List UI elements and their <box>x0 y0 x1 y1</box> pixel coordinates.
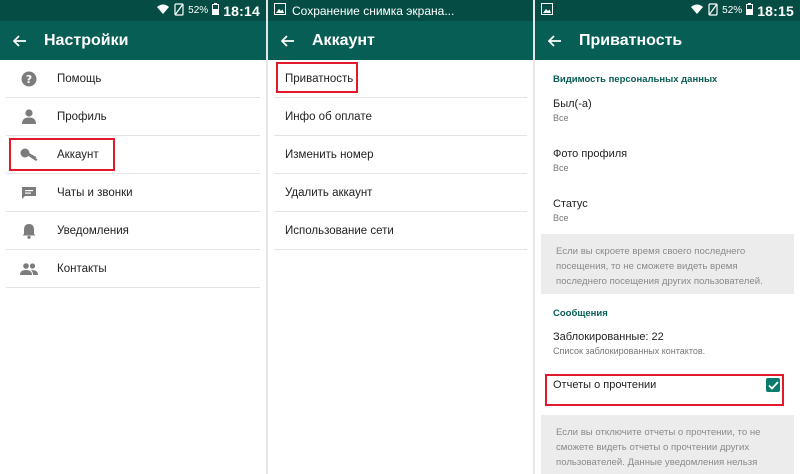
settings-item-notifications[interactable]: Уведомления <box>6 212 260 250</box>
settings-item-label: Уведомления <box>57 224 129 237</box>
account-item-network-usage[interactable]: Использование сети <box>274 212 527 250</box>
pref-title: Заблокированные: 22 <box>553 331 664 343</box>
info-last-seen: Если вы скроете время своего последнего … <box>541 234 794 294</box>
battery-percent: 52% <box>188 5 209 16</box>
info-read-receipts: Если вы отключите отчеты о прочтении, то… <box>541 415 794 474</box>
app-bar: Настройки <box>0 21 266 60</box>
highlight-read-receipts <box>545 374 784 406</box>
account-item-label: Инфо об оплате <box>285 110 372 123</box>
account-item-label: Изменить номер <box>285 148 374 161</box>
account-item-label: Использование сети <box>285 224 394 237</box>
no-sim-icon <box>708 2 718 19</box>
battery-icon <box>212 3 220 18</box>
page-title: Аккаунт <box>312 31 375 49</box>
highlight-privacy <box>276 62 358 93</box>
pref-blocked[interactable]: Заблокированные: 22 Список заблокированн… <box>535 331 800 373</box>
section-visibility-header: Видимость персональных данных <box>553 74 718 85</box>
account-item-label: Удалить аккаунт <box>285 186 373 199</box>
person-icon <box>10 98 48 136</box>
screenshot-icon <box>274 3 286 18</box>
pref-title: Статус <box>553 198 588 210</box>
arrow-left-icon <box>281 34 294 47</box>
settings-item-profile[interactable]: Профиль <box>6 98 260 136</box>
section-messages-header: Сообщения <box>553 308 608 319</box>
pref-value: Все <box>553 113 569 123</box>
settings-item-chats[interactable]: Чаты и звонки <box>6 174 260 212</box>
highlight-account <box>9 138 115 171</box>
svg-text:?: ? <box>26 73 32 86</box>
pref-title: Был(-а) <box>553 98 592 110</box>
pref-value: Все <box>553 213 569 223</box>
pref-last-seen[interactable]: Был(-а) Все <box>535 98 800 148</box>
back-button[interactable] <box>0 21 40 60</box>
pref-value: Все <box>553 163 569 173</box>
status-bar: 52% 18:15 <box>535 0 800 21</box>
bell-icon <box>10 212 48 250</box>
status-bar: 52% 18:14 <box>0 0 266 21</box>
settings-item-label: Контакты <box>57 262 107 275</box>
pref-title: Фото профиля <box>553 148 628 160</box>
battery-icon <box>746 3 754 18</box>
account-item-payment[interactable]: Инфо об оплате <box>274 98 527 136</box>
settings-item-contacts[interactable]: Контакты <box>6 250 260 288</box>
arrow-left-icon <box>548 34 561 47</box>
arrow-left-icon <box>13 34 26 47</box>
settings-item-label: Чаты и звонки <box>57 186 133 199</box>
account-item-delete[interactable]: Удалить аккаунт <box>274 174 527 212</box>
status-time: 18:14 <box>223 2 260 19</box>
page-title: Настройки <box>44 31 129 49</box>
settings-list: ? Помощь Профиль Аккаунт Чаты и звонки У… <box>0 60 266 288</box>
screenshot-icon <box>541 3 553 18</box>
contacts-icon <box>10 250 48 288</box>
help-icon: ? <box>10 60 48 98</box>
settings-item-label: Помощь <box>57 72 102 85</box>
pref-profile-photo[interactable]: Фото профиля Все <box>535 148 800 198</box>
battery-percent: 52% <box>722 5 743 16</box>
settings-item-label: Профиль <box>57 110 107 123</box>
account-screen: Сохранение снимка экрана... Аккаунт Прив… <box>268 0 533 474</box>
pref-status[interactable]: Статус Все <box>535 198 800 234</box>
wifi-icon <box>156 3 170 18</box>
privacy-screen: 52% 18:15 Приватность Видимость персонал… <box>535 0 800 474</box>
status-time: 18:15 <box>757 2 794 19</box>
chat-icon <box>10 174 48 212</box>
app-bar: Аккаунт <box>268 21 533 60</box>
pref-subtitle: Список заблокированных контактов. <box>553 346 706 356</box>
back-button[interactable] <box>535 21 575 60</box>
settings-screen: 52% 18:14 Настройки ? Помощь Профиль Акк… <box>0 0 266 474</box>
app-bar: Приватность <box>535 21 800 60</box>
page-title: Приватность <box>579 31 683 49</box>
settings-item-help[interactable]: ? Помощь <box>6 60 260 98</box>
back-button[interactable] <box>268 21 308 60</box>
wifi-icon <box>690 3 704 18</box>
account-item-change-number[interactable]: Изменить номер <box>274 136 527 174</box>
no-sim-icon <box>174 2 184 19</box>
status-bar: Сохранение снимка экрана... <box>268 0 533 21</box>
notification-text: Сохранение снимка экрана... <box>292 3 455 18</box>
